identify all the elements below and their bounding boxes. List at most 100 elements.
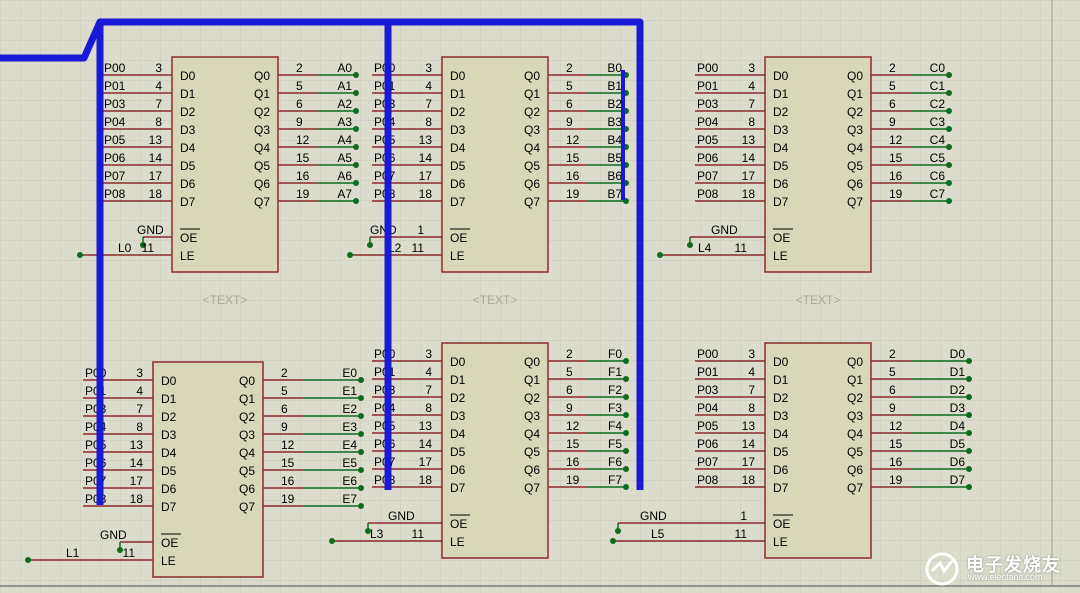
pin-label-oe: OE <box>450 517 467 531</box>
pin-label-q0: Q0 <box>847 355 863 369</box>
pin-number-q5: 15 <box>281 456 295 470</box>
pin-label-d4: D4 <box>450 141 466 155</box>
junction-q3 <box>946 126 952 132</box>
junction-q7 <box>353 198 359 204</box>
pin-label-q5: Q5 <box>254 159 270 173</box>
pin-label-q4: Q4 <box>847 141 863 155</box>
pin-number-d2: 7 <box>748 383 755 397</box>
net-label-input-7: P08 <box>104 187 126 201</box>
pin-label-q2: Q2 <box>239 410 255 424</box>
schematic-canvas[interactable]: D0 3 P00 D1 4 P01 D2 7 P03 D3 8 P04 D4 13 P05 D5 14 P06 D6… <box>0 0 1080 593</box>
junction-q4 <box>946 144 952 150</box>
junction-q5 <box>966 448 972 454</box>
pin-number-le: 11 <box>412 527 425 541</box>
pin-number-d2: 7 <box>155 97 162 111</box>
pin-number-d1: 4 <box>155 79 162 93</box>
pin-label-d5: D5 <box>450 159 466 173</box>
pin-label-d0: D0 <box>450 69 466 83</box>
junction-oe <box>687 242 693 248</box>
pin-label-d6: D6 <box>180 177 196 191</box>
junction-q0 <box>966 358 972 364</box>
net-label-output-0: E0 <box>342 366 357 380</box>
pin-label-d1: D1 <box>450 87 466 101</box>
junction-q2 <box>623 394 629 400</box>
pin-label-q7: Q7 <box>239 500 255 514</box>
pin-number-d6: 17 <box>130 474 144 488</box>
junction-q6 <box>966 466 972 472</box>
gnd-label: GND <box>370 223 397 237</box>
net-label-output-3: B3 <box>607 115 622 129</box>
pin-number-q5: 15 <box>889 437 903 451</box>
junction-le <box>329 538 335 544</box>
pin-number-q6: 16 <box>281 474 295 488</box>
junction-q4 <box>358 449 364 455</box>
pin-number-d0: 3 <box>748 347 755 361</box>
net-label-input-4: P05 <box>104 133 126 147</box>
pin-label-q1: Q1 <box>847 87 863 101</box>
pin-number-d1: 4 <box>748 365 755 379</box>
pin-number-d5: 14 <box>742 437 756 451</box>
pin-label-q2: Q2 <box>847 105 863 119</box>
gnd-label: GND <box>388 509 415 523</box>
net-label-output-6: A6 <box>337 169 352 183</box>
net-label-output-1: D1 <box>950 365 966 379</box>
net-label-input-3: P04 <box>697 115 719 129</box>
pin-number-q5: 15 <box>566 437 580 451</box>
pin-number-d4: 13 <box>419 419 433 433</box>
junction-q0 <box>623 358 629 364</box>
junction-q2 <box>358 413 364 419</box>
watermark-icon <box>925 552 959 586</box>
pin-label-q5: Q5 <box>847 445 863 459</box>
pin-label-q1: Q1 <box>524 373 540 387</box>
pin-label-q0: Q0 <box>254 69 270 83</box>
net-label-output-5: E5 <box>342 456 357 470</box>
pin-number-q0: 2 <box>566 61 573 75</box>
pin-label-q2: Q2 <box>524 391 540 405</box>
pin-number-d6: 17 <box>742 455 756 469</box>
pin-number-d1: 4 <box>748 79 755 93</box>
net-label-output-2: B2 <box>607 97 622 111</box>
schematic-diagram: D03P00D14P01D27P03D38P04D413P05D514P06D6… <box>0 0 1080 593</box>
net-label-output-1: C1 <box>930 79 946 93</box>
pin-number-q7: 19 <box>566 187 580 201</box>
pin-label-oe: OE <box>161 536 178 550</box>
pin-label-q0: Q0 <box>524 69 540 83</box>
le-net-label: L4 <box>698 241 712 255</box>
pin-number-q4: 12 <box>281 438 295 452</box>
pin-number-q1: 5 <box>566 79 573 93</box>
net-label-input-6: P07 <box>104 169 126 183</box>
pin-number-q0: 2 <box>296 61 303 75</box>
pin-number-le: 11 <box>735 241 748 255</box>
pin-number-q3: 9 <box>889 115 896 129</box>
pin-label-q6: Q6 <box>847 463 863 477</box>
junction-q0 <box>353 72 359 78</box>
pin-label-le: LE <box>180 249 195 263</box>
pin-number-d6: 17 <box>742 169 756 183</box>
pin-label-d4: D4 <box>450 427 466 441</box>
net-label-output-4: F4 <box>608 419 622 433</box>
pin-label-q3: Q3 <box>847 123 863 137</box>
pin-label-q1: Q1 <box>847 373 863 387</box>
junction-q1 <box>353 90 359 96</box>
net-label-input-7: P08 <box>697 473 719 487</box>
pin-label-d2: D2 <box>161 410 177 424</box>
pin-number-q2: 6 <box>889 97 896 111</box>
pin-label-q5: Q5 <box>239 464 255 478</box>
pin-number-q5: 15 <box>566 151 580 165</box>
pin-label-q3: Q3 <box>524 123 540 137</box>
pin-number-d4: 13 <box>130 438 144 452</box>
pin-number-d2: 7 <box>425 383 432 397</box>
pin-label-q3: Q3 <box>239 428 255 442</box>
pin-label-q3: Q3 <box>254 123 270 137</box>
net-label-output-7: B7 <box>607 187 622 201</box>
pin-number-q4: 12 <box>566 419 580 433</box>
pin-label-oe: OE <box>450 231 467 245</box>
pin-label-q6: Q6 <box>524 177 540 191</box>
pin-label-d7: D7 <box>450 481 466 495</box>
le-net-label: L1 <box>66 546 80 560</box>
le-net-label: L0 <box>118 241 132 255</box>
net-label-input-7: P08 <box>697 187 719 201</box>
junction-q0 <box>358 377 364 383</box>
pin-label-q5: Q5 <box>847 159 863 173</box>
net-label-input-3: P04 <box>697 401 719 415</box>
